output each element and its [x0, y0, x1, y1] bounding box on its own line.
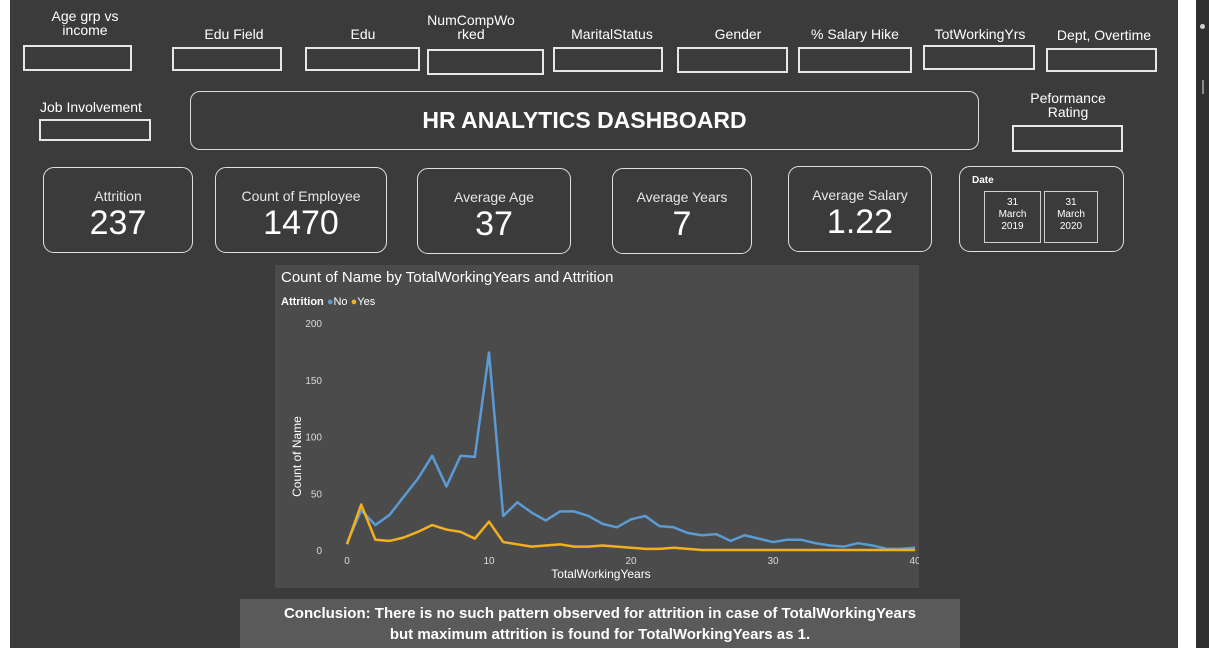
slicer-gender[interactable]: [677, 47, 788, 73]
slicer-label-maritalstatus: MaritalStatus: [571, 26, 653, 42]
slicer-edu[interactable]: [305, 47, 420, 71]
slicer-age-grp[interactable]: [23, 45, 132, 71]
dashboard-title: HR ANALYTICS DASHBOARD: [190, 91, 979, 150]
line-chart-panel[interactable]: Count of Name by TotalWorkingYears and A…: [275, 265, 919, 588]
x-tick-label: 0: [344, 556, 350, 567]
date-end-month: March: [1057, 209, 1085, 220]
card-average-salary-value: 1.22: [826, 203, 894, 241]
card-count-employee-value: 1470: [263, 204, 339, 242]
y-tick-label: 0: [316, 546, 322, 557]
y-tick-label: 100: [305, 433, 322, 444]
slicer-label-gender: Gender: [714, 26, 762, 42]
y-tick-label: 150: [305, 376, 322, 387]
date-end-day: 31: [1065, 197, 1077, 208]
card-average-age-value: 37: [475, 205, 513, 243]
slicer-label-edu: Edu: [350, 26, 376, 42]
slicer-dept-overtime[interactable]: [1046, 48, 1157, 72]
right-side-panel[interactable]: [1196, 0, 1209, 648]
series-line-no: [345, 351, 916, 551]
panel-toggle-icon[interactable]: [1200, 24, 1205, 29]
x-tick-label: 20: [625, 556, 637, 567]
conclusion-line-1: Conclusion: There is no such pattern obs…: [283, 605, 917, 622]
slicer-salary-hike[interactable]: [798, 47, 912, 73]
y-axis-label: Count of Name: [290, 416, 304, 497]
date-start[interactable]: 31 March 2019: [984, 191, 1041, 243]
date-end-year: 2020: [1059, 221, 1083, 232]
slicer-label-numcompworked: NumCompWorked: [427, 12, 515, 42]
card-average-years-value: 7: [672, 205, 692, 243]
card-average-years-label: Average Years: [636, 189, 728, 205]
date-start-month: March: [998, 209, 1027, 220]
dashboard-title-text: HR ANALYTICS DASHBOARD: [422, 107, 747, 133]
slicer-numcompworked[interactable]: [427, 49, 544, 75]
slicer-label-job-involvement: Job Involvement: [40, 99, 142, 115]
x-tick-label: 40: [909, 556, 919, 567]
card-average-age-label: Average Age: [454, 189, 534, 205]
card-count-employee: Count of Employee 1470: [215, 167, 387, 253]
card-date: Date 31 March 2019 31 March 2020: [959, 166, 1124, 252]
card-attrition-label: Attrition: [94, 188, 142, 204]
slicer-label-totworkingyrs: TotWorkingYrs: [934, 26, 1026, 42]
card-count-employee-label: Count of Employee: [241, 188, 361, 204]
slicer-label-salary-hike: % Salary Hike: [811, 26, 899, 42]
slicer-edu-field[interactable]: [172, 47, 282, 71]
slicer-performance-rating[interactable]: [1012, 125, 1123, 152]
conclusion-line-2: but maximum attrition is found for Total…: [389, 626, 811, 643]
slicer-label-performance-rating: Peformance Rating: [1030, 90, 1106, 120]
card-average-salary: Average Salary 1.22: [788, 166, 932, 252]
line-chart: 0 50 100 150 200 0 10 20 30 40 TotalWorkingYears Co…: [290, 319, 919, 581]
card-attrition: Attrition 237: [43, 167, 193, 253]
card-average-age: Average Age 37: [417, 168, 571, 254]
conclusion-box: Conclusion: There is no such pattern obs…: [240, 599, 960, 648]
date-start-year: 2019: [1001, 221, 1024, 232]
date-end[interactable]: 31 March 2020: [1044, 191, 1098, 243]
y-tick-label: 50: [311, 489, 323, 500]
x-tick-label: 30: [767, 556, 779, 567]
slicer-job-involvement[interactable]: [39, 119, 151, 141]
date-label: Date: [972, 175, 994, 186]
x-tick-label: 10: [483, 556, 495, 567]
card-average-salary-label: Average Salary: [812, 187, 908, 203]
report-canvas: Age grp vs income Edu Field Edu NumCompW…: [10, 0, 1178, 648]
y-tick-label: 200: [305, 319, 322, 330]
x-axis-label: TotalWorkingYears: [551, 567, 650, 581]
series-line-yes: [345, 503, 915, 552]
slicer-totworkingyrs[interactable]: [923, 45, 1035, 70]
slicer-label-age-grp: Age grp vs income: [51, 8, 119, 38]
date-start-day: 31: [1006, 197, 1019, 208]
slicer-label-edu-field: Edu Field: [204, 26, 264, 42]
slicer-maritalstatus[interactable]: [553, 47, 663, 72]
slicer-label-dept-overtime: Dept, Overtime: [1056, 27, 1152, 43]
card-attrition-value: 237: [89, 204, 147, 242]
card-average-years: Average Years 7: [612, 168, 752, 254]
